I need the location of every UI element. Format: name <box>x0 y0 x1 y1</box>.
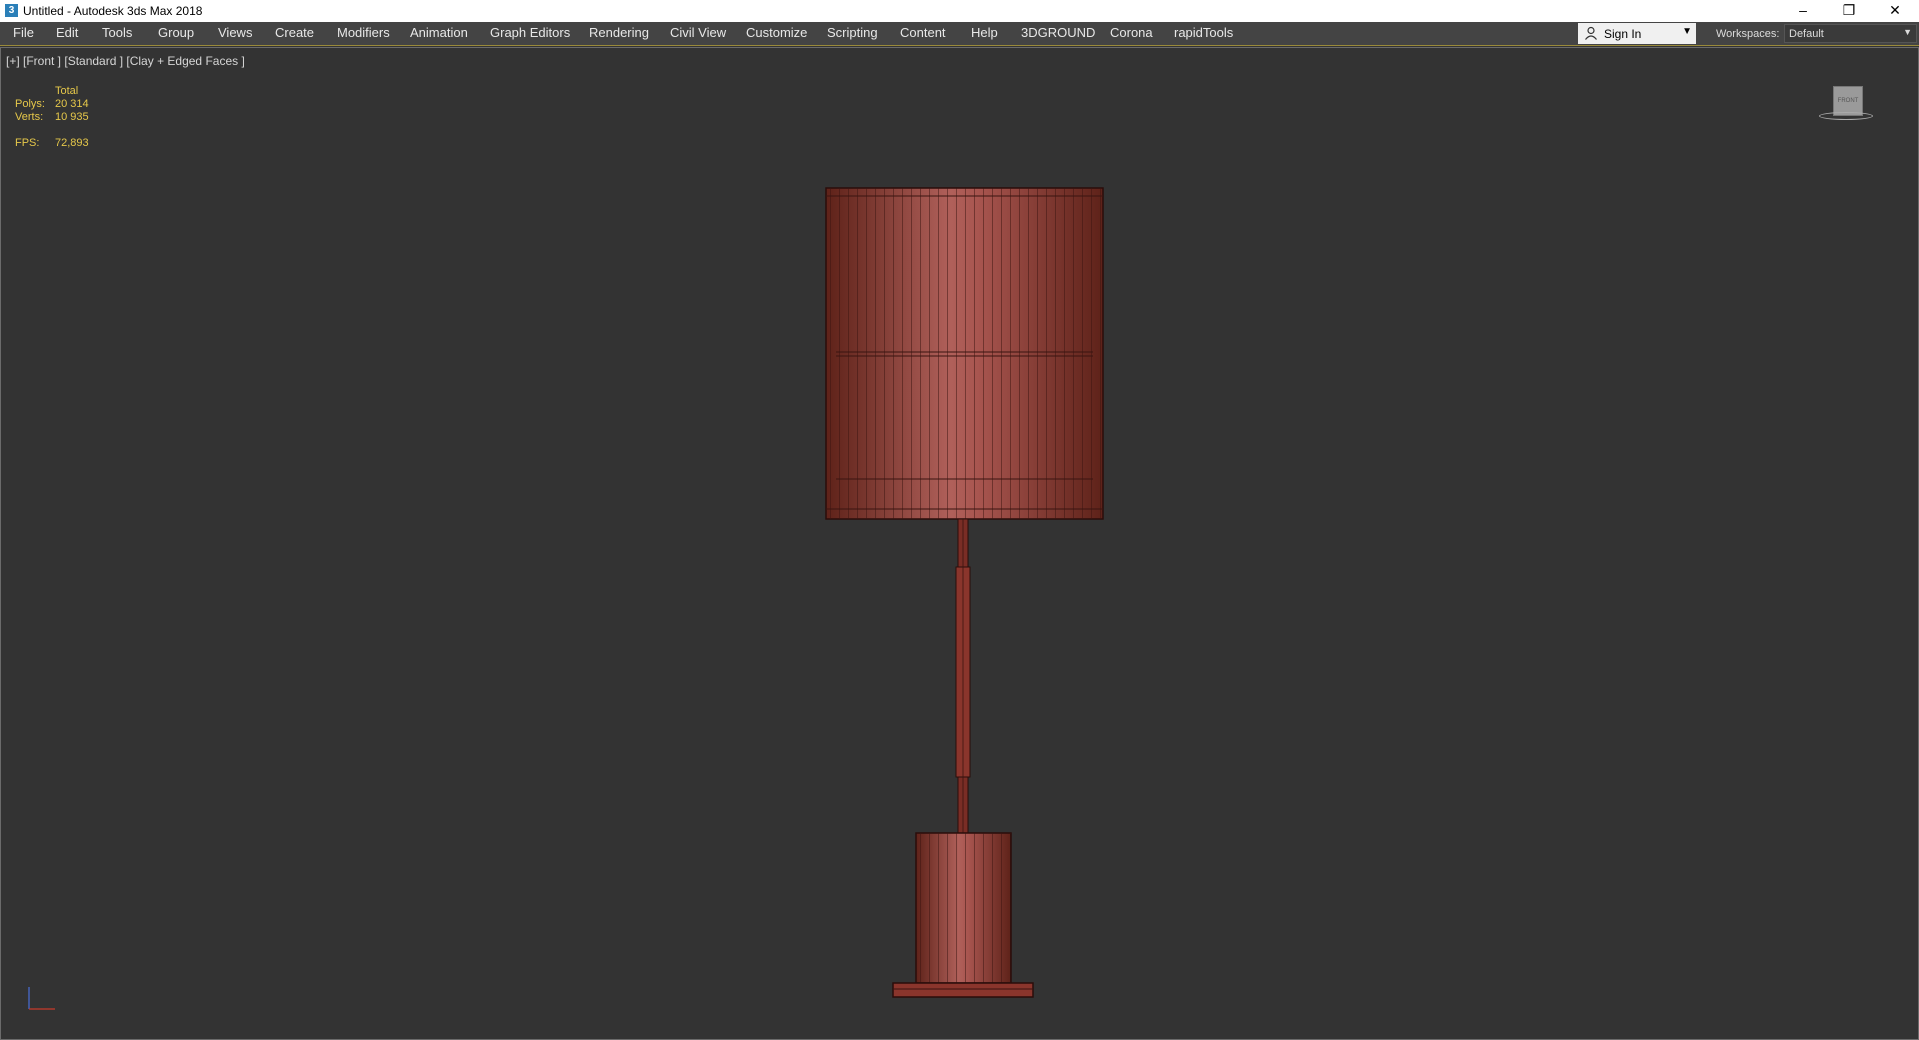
user-icon <box>1585 26 1597 40</box>
menu-customize[interactable]: Customize <box>746 25 807 40</box>
title-bar: 3 Untitled - Autodesk 3ds Max 2018 – ❐ ✕ <box>0 0 1919 22</box>
workspaces-dropdown[interactable]: Default ▼ <box>1784 24 1917 43</box>
menu-views[interactable]: Views <box>218 25 252 40</box>
menu-rendering[interactable]: Rendering <box>589 25 649 40</box>
menu-create[interactable]: Create <box>275 25 314 40</box>
menu-scripting[interactable]: Scripting <box>827 25 878 40</box>
menu-graph-editors[interactable]: Graph Editors <box>490 25 570 40</box>
menu-modifiers[interactable]: Modifiers <box>337 25 390 40</box>
stats-verts-label: Verts: <box>15 111 44 123</box>
menu-bar: File Edit Tools Group Views Create Modif… <box>0 22 1919 46</box>
stats-polys-label: Polys: <box>15 98 45 110</box>
minimize-button[interactable]: – <box>1780 0 1826 22</box>
restore-button[interactable]: ❐ <box>1826 0 1872 22</box>
stats-verts-value: 10 935 <box>55 111 89 123</box>
window-title: Untitled - Autodesk 3ds Max 2018 <box>23 4 203 18</box>
stats-polys-value: 20 314 <box>55 98 89 110</box>
menu-animation[interactable]: Animation <box>410 25 468 40</box>
lamp-model[interactable] <box>821 133 1111 1003</box>
axis-tripod-icon <box>28 987 55 1010</box>
viewport-label[interactable]: [+] [Front ] [Standard ] [Clay + Edged F… <box>6 54 245 68</box>
close-button[interactable]: ✕ <box>1872 0 1918 22</box>
menu-corona[interactable]: Corona <box>1110 25 1153 40</box>
menu-edit[interactable]: Edit <box>56 25 78 40</box>
stats-fps-label: FPS: <box>15 137 40 149</box>
app-icon[interactable]: 3 <box>5 4 18 17</box>
menu-3dground[interactable]: 3DGROUND <box>1021 25 1095 40</box>
lamp-shade <box>825 187 1104 520</box>
stats-total-header: Total <box>55 85 79 97</box>
menu-rapidtools[interactable]: rapidTools <box>1174 25 1233 40</box>
menu-tools[interactable]: Tools <box>102 25 132 40</box>
menu-group[interactable]: Group <box>158 25 194 40</box>
viewcube[interactable]: FRONT <box>1819 86 1873 136</box>
sign-in-button[interactable]: Sign In ▼ <box>1578 23 1696 44</box>
lamp-stem <box>955 518 971 834</box>
chevron-down-icon: ▼ <box>1903 27 1912 37</box>
stats-fps-value: 72,893 <box>55 137 89 149</box>
workspaces-label: Workspaces: <box>1716 28 1780 40</box>
sign-in-label: Sign In <box>1604 27 1642 41</box>
chevron-down-icon[interactable]: ▼ <box>1682 26 1692 37</box>
menu-civil-view[interactable]: Civil View <box>670 25 726 40</box>
menu-content[interactable]: Content <box>900 25 946 40</box>
menu-file[interactable]: File <box>13 25 34 40</box>
lamp-base <box>892 832 1034 998</box>
viewport-front[interactable]: [+] [Front ] [Standard ] [Clay + Edged F… <box>0 47 1919 1040</box>
menu-help[interactable]: Help <box>971 25 998 40</box>
viewcube-ring[interactable] <box>1819 112 1873 120</box>
workspace-value: Default <box>1789 28 1824 40</box>
